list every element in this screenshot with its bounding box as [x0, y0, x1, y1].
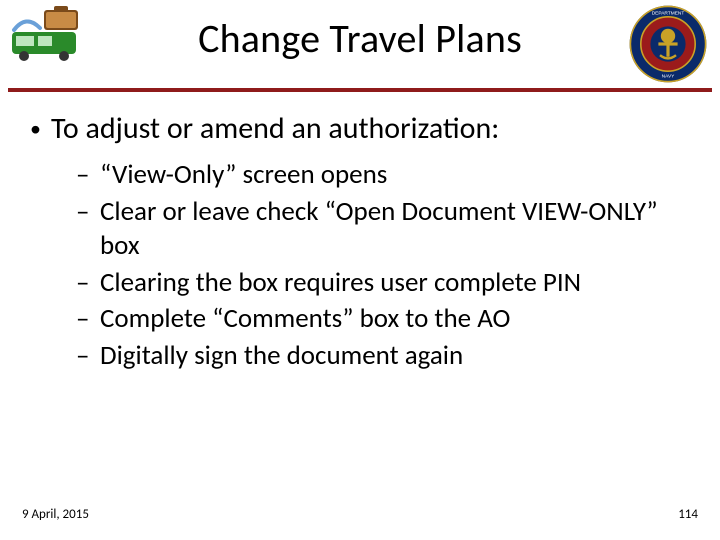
bullet-text: To adjust or amend an authorization:	[51, 110, 499, 148]
svg-text:NAVY: NAVY	[662, 74, 676, 80]
bullet-item: • To adjust or amend an authorization:	[30, 110, 692, 148]
sub-bullet-item: – Clear or leave check “Open Document VI…	[76, 195, 692, 264]
header-divider	[8, 88, 712, 92]
navy-department-seal-icon: DEPARTMENT NAVY	[628, 4, 708, 84]
footer-date: 9 April, 2015	[22, 507, 89, 522]
slide-body: • To adjust or amend an authorization: –…	[28, 110, 692, 375]
sub-bullet-text: Complete “Comments” box to the AO	[100, 302, 510, 337]
dash-marker: –	[76, 339, 92, 374]
dash-marker: –	[76, 266, 92, 301]
sub-bullet-item: – Clearing the box requires user complet…	[76, 266, 692, 301]
sub-bullet-text: Clearing the box requires user complete …	[100, 266, 581, 301]
slide-header: Change Travel Plans DEPARTMENT	[0, 0, 720, 92]
svg-text:DEPARTMENT: DEPARTMENT	[652, 10, 685, 16]
bullet-marker: •	[30, 110, 41, 148]
slide: Change Travel Plans DEPARTMENT	[0, 0, 720, 540]
sub-bullet-text: Clear or leave check “Open Document VIEW…	[100, 195, 692, 264]
sub-bullet-list: – “View-Only” screen opens – Clear or le…	[76, 158, 692, 373]
slide-title: Change Travel Plans	[0, 14, 720, 63]
footer-page-number: 114	[678, 507, 698, 522]
dash-marker: –	[76, 195, 92, 230]
sub-bullet-text: Digitally sign the document again	[100, 339, 463, 374]
dash-marker: –	[76, 158, 92, 193]
sub-bullet-item: – Digitally sign the document again	[76, 339, 692, 374]
sub-bullet-text: “View-Only” screen opens	[100, 158, 387, 193]
sub-bullet-item: – “View-Only” screen opens	[76, 158, 692, 193]
travel-clipart-icon	[10, 6, 94, 62]
dash-marker: –	[76, 302, 92, 337]
sub-bullet-item: – Complete “Comments” box to the AO	[76, 302, 692, 337]
